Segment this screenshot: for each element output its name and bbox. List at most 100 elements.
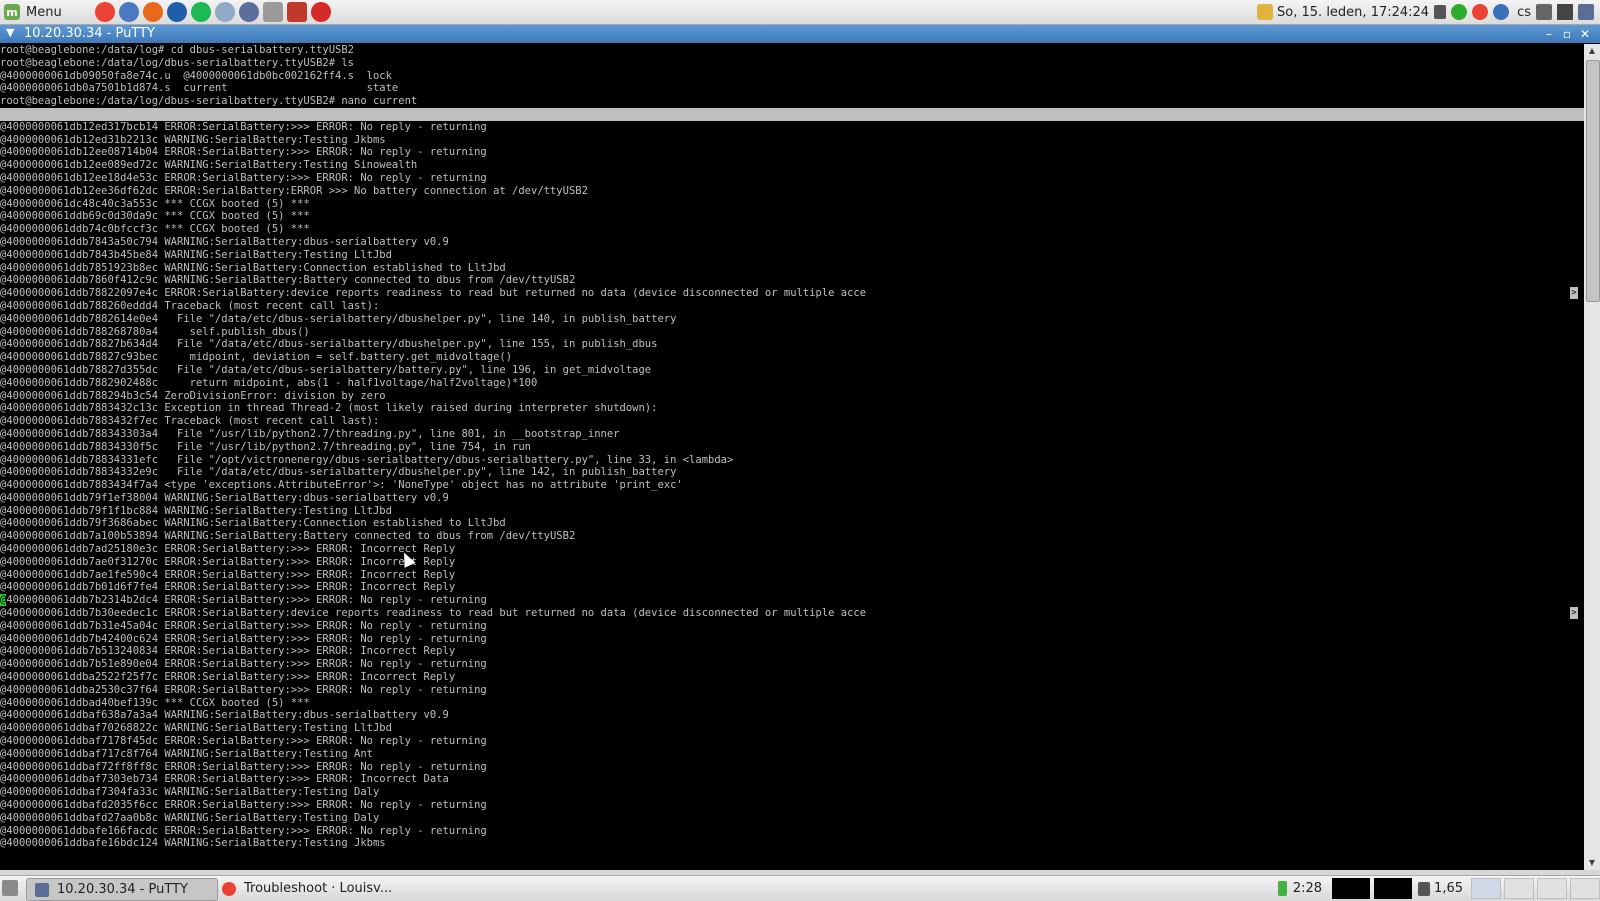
keyboard-layout[interactable]: cs: [1517, 5, 1531, 20]
log-line: @4000000061ddbaf72ff8ff8c ERROR:SerialBa…: [0, 760, 487, 773]
task-label: 10.20.30.34 - PuTTY: [57, 882, 188, 897]
log-line: @4000000061ddba2530c37f64 ERROR:SerialBa…: [0, 683, 487, 696]
log-line: @4000000061ddbaf70268822c WARNING:Serial…: [0, 722, 392, 735]
window-title: 10.20.30.34 - PuTTY: [24, 26, 155, 41]
log-line: @4000000061ddbaf7178f45dc ERROR:SerialBa…: [0, 735, 487, 748]
log-line: @4000000061dc48c40c3a553c *** CCGX boote…: [0, 197, 310, 210]
log-line: @4000000061ddb79f1f1bc884 WARNING:Serial…: [0, 504, 392, 517]
log-line: @4000000061ddbaf638a7a3a4 WARNING:Serial…: [0, 709, 449, 722]
network-icon[interactable]: [1578, 4, 1594, 20]
log-line: @4000000061ddb7b51e890e04 ERROR:SerialBa…: [0, 658, 487, 671]
log-line: @4000000061ddb788343303a4 File "/usr/lib…: [0, 427, 620, 440]
scrollbar-thumb[interactable]: [1586, 60, 1600, 302]
log-line: @4000000061ddbaf7303eb734 ERROR:SerialBa…: [0, 773, 449, 786]
clock[interactable]: So, 15. leden, 17:24:24: [1277, 5, 1429, 20]
line-truncated-marker: >: [1570, 607, 1578, 620]
menu-label: Menu: [26, 4, 62, 20]
calculator-icon[interactable]: [287, 2, 307, 22]
log-line: @4000000061ddb79f1ef38004 WARNING:Serial…: [0, 491, 449, 504]
log-line: @4000000061db12ee36df62dc ERROR:SerialBa…: [0, 184, 588, 197]
bottom-panel: 10.20.30.34 - PuTTY Troubleshoot · Louis…: [0, 875, 1600, 901]
volume-icon[interactable]: [1536, 4, 1552, 20]
system-tray: So, 15. leden, 17:24:24 cs: [1252, 2, 1594, 22]
cpu-graph[interactable]: [1332, 878, 1371, 899]
scroll-down-icon[interactable]: ▼: [1584, 856, 1600, 870]
scroll-up-icon[interactable]: ▲: [1584, 44, 1600, 58]
log-line: @4000000061ddb7882614e0e4 File "/data/et…: [0, 312, 677, 325]
firefox-icon[interactable]: [143, 2, 163, 22]
log-line: @4000000061ddb74c0bfccf3c *** CCGX boote…: [0, 223, 310, 236]
signal-icon[interactable]: [1557, 4, 1573, 20]
terminal-line: root@beaglebone:/data/log/dbus-serialbat…: [0, 95, 418, 108]
log-line: @4000000061db12ed31b2213c WARNING:Serial…: [0, 133, 386, 146]
task-putty[interactable]: 10.20.30.34 - PuTTY: [26, 878, 218, 901]
chrome-icon[interactable]: [95, 2, 115, 22]
log-line: @4000000061ddbad40bef139c *** CCGX boote…: [0, 696, 310, 709]
sensor-icon[interactable]: [1418, 881, 1431, 896]
log-line: @4000000061ddb7ae1fe590c4 ERROR:SerialBa…: [0, 568, 456, 581]
nano-header: GNU nano 4.4 current: [0, 107, 1584, 146]
putty-icon: [35, 882, 49, 897]
mint-logo-icon: m: [4, 4, 20, 20]
workspace-3[interactable]: [1537, 878, 1567, 899]
log-line: @4000000061ddb79f3686abec WARNING:Serial…: [0, 517, 506, 530]
log-line: @4000000061ddb7ad25180e3c ERROR:SerialBa…: [0, 543, 456, 556]
phone-icon[interactable]: [167, 2, 187, 22]
log-line: @4000000061ddb78834330f5c File "/usr/lib…: [0, 440, 532, 453]
record-icon[interactable]: [311, 2, 331, 22]
log-line: @4000000061ddb7851923b8ec WARNING:Serial…: [0, 261, 506, 274]
log-line: @4000000061db12ee089ed72c WARNING:Serial…: [0, 159, 418, 172]
log-line: @4000000061ddb7a100b53894 WARNING:Serial…: [0, 530, 576, 543]
workspace-4[interactable]: [1570, 878, 1600, 899]
log-line: @4000000061ddb7843a50c794 WARNING:Serial…: [0, 235, 449, 248]
thunderbird-icon[interactable]: [119, 2, 139, 22]
terminal-line: @4000000061db0a7501b1d874.s current stat…: [0, 82, 399, 95]
log-line: @4000000061ddb7b01d6f7fe4 ERROR:SerialBa…: [0, 581, 456, 594]
log-line: @4000000061ddbafe16bdc124 WARNING:Serial…: [0, 837, 386, 850]
task-label: Troubleshoot · Louisv...: [244, 881, 393, 896]
globe-icon[interactable]: [215, 2, 235, 22]
maximize-icon[interactable]: ▫: [1558, 25, 1576, 43]
log-line: @4000000061ddbaf7304fa33c WARNING:Serial…: [0, 786, 380, 799]
log-line: @4000000061ddba2522f25f7c ERROR:SerialBa…: [0, 671, 456, 684]
cpu-load: 1,65: [1434, 881, 1463, 896]
window-titlebar[interactable]: ▼ 10.20.30.34 - PuTTY – ▫ ✕: [0, 25, 1600, 43]
terminal-area[interactable]: root@beaglebone:/data/log# cd dbus-seria…: [0, 44, 1584, 870]
battery-icon[interactable]: [1277, 881, 1287, 896]
spotify-icon[interactable]: [191, 2, 211, 22]
close-icon[interactable]: ✕: [1576, 25, 1594, 43]
log-line: @4000000061db12ee18d4e53c ERROR:SerialBa…: [0, 171, 487, 184]
chrome-icon: [222, 881, 236, 896]
notification-icon[interactable]: [1257, 4, 1274, 20]
workspace-1[interactable]: [1471, 878, 1501, 899]
log-line: @4000000061ddb7ae0f31270c ERROR:SerialBa…: [0, 555, 456, 568]
top-panel: m Menu So, 15. leden, 17:24:24 cs: [0, 0, 1600, 25]
log-line: @4000000061ddb78827b634d4 File "/data/et…: [0, 338, 658, 351]
terminal-scrollbar[interactable]: ▲ ▼: [1584, 44, 1600, 870]
log-line: @4000000061ddb78827c93bec midpoint, devi…: [0, 351, 513, 364]
log-line: @4000000061ddb7883432c13c Exception in t…: [0, 402, 658, 415]
putty-window: ▼ 10.20.30.34 - PuTTY – ▫ ✕ root@beagleb…: [0, 25, 1600, 870]
show-desktop-button[interactable]: [2, 880, 18, 896]
menu-button[interactable]: m Menu: [4, 2, 62, 22]
window-menu-icon[interactable]: ▼: [6, 26, 14, 39]
bluetooth-icon[interactable]: [1493, 4, 1510, 20]
minimize-icon[interactable]: –: [1540, 25, 1558, 43]
log-line: @4000000061ddb7b513240834 ERROR:SerialBa…: [0, 645, 456, 658]
chrome-tray-icon[interactable]: [1472, 4, 1489, 20]
log-line: @4000000061ddb7843b45be84 WARNING:Serial…: [0, 248, 392, 261]
log-line: @4000000061ddb7860f412c9c WARNING:Serial…: [0, 274, 576, 287]
memory-graph[interactable]: [1374, 878, 1413, 899]
network-icon[interactable]: [239, 2, 259, 22]
usb-icon[interactable]: [1434, 5, 1447, 19]
log-line: @4000000061db12ed317bcb14 ERROR:SerialBa…: [0, 120, 487, 133]
log-line: @4000000061ddbaf717c8f764 WARNING:Serial…: [0, 747, 373, 760]
hangouts-icon[interactable]: [1451, 4, 1468, 20]
log-line: @4000000061ddbafd2035f6cc ERROR:SerialBa…: [0, 799, 487, 812]
task-chrome[interactable]: Troubleshoot · Louisv...: [214, 878, 412, 899]
launcher-bar: [95, 2, 335, 22]
workspace-2[interactable]: [1504, 878, 1534, 899]
files-icon[interactable]: [263, 2, 283, 22]
log-line: @4000000061ddb69c0d30da9c *** CCGX boote…: [0, 210, 310, 223]
terminal-line: root@beaglebone:/data/log# cd dbus-seria…: [0, 44, 355, 56]
